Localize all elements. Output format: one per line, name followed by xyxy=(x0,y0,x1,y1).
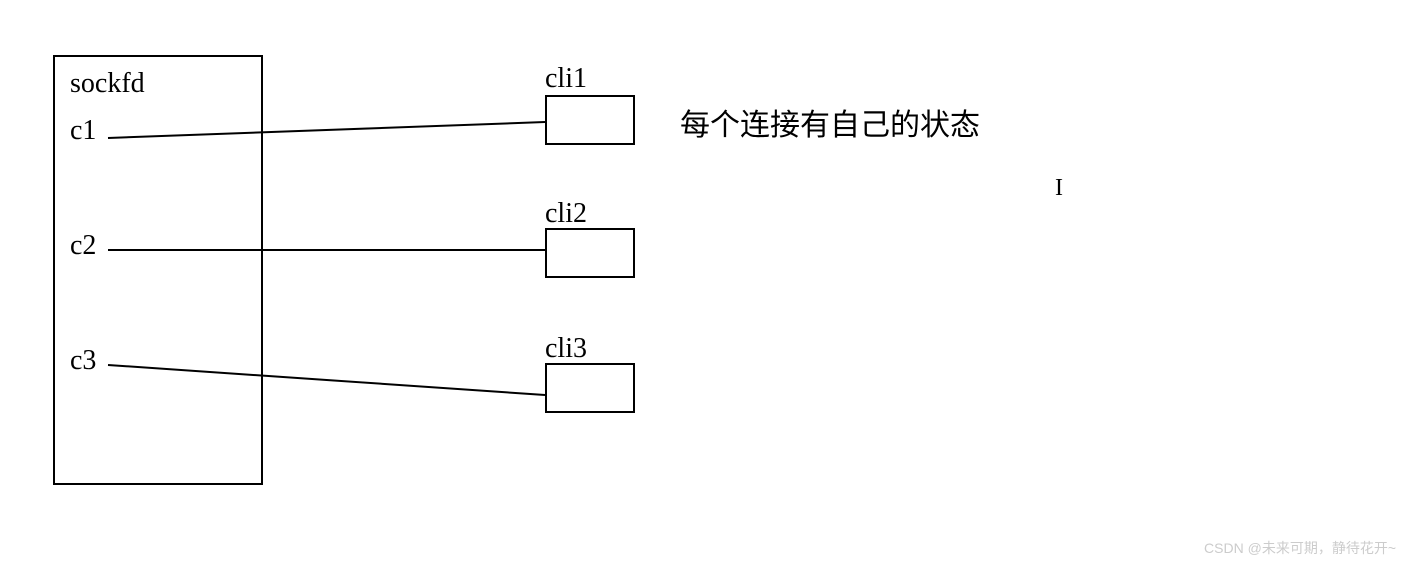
client-label-2: cli2 xyxy=(545,198,587,230)
client-box-1 xyxy=(545,95,635,145)
sockfd-item-c1: c1 xyxy=(70,115,96,147)
sockfd-item-c3: c3 xyxy=(70,345,96,377)
client-label-3: cli3 xyxy=(545,333,587,365)
client-label-1: cli1 xyxy=(545,63,587,95)
diagram-description: 每个连接有自己的状态 xyxy=(680,100,980,144)
sockfd-item-c2: c2 xyxy=(70,230,96,262)
watermark-text: CSDN @未来可期，静待花开~ xyxy=(1204,538,1396,558)
sockfd-title: sockfd xyxy=(70,68,145,100)
text-cursor-icon: I xyxy=(1055,175,1063,202)
client-box-2 xyxy=(545,228,635,278)
diagram-container: sockfd c1 c2 c3 cli1 cli2 cli3 每个连接有自己的状… xyxy=(0,0,1416,568)
client-box-3 xyxy=(545,363,635,413)
